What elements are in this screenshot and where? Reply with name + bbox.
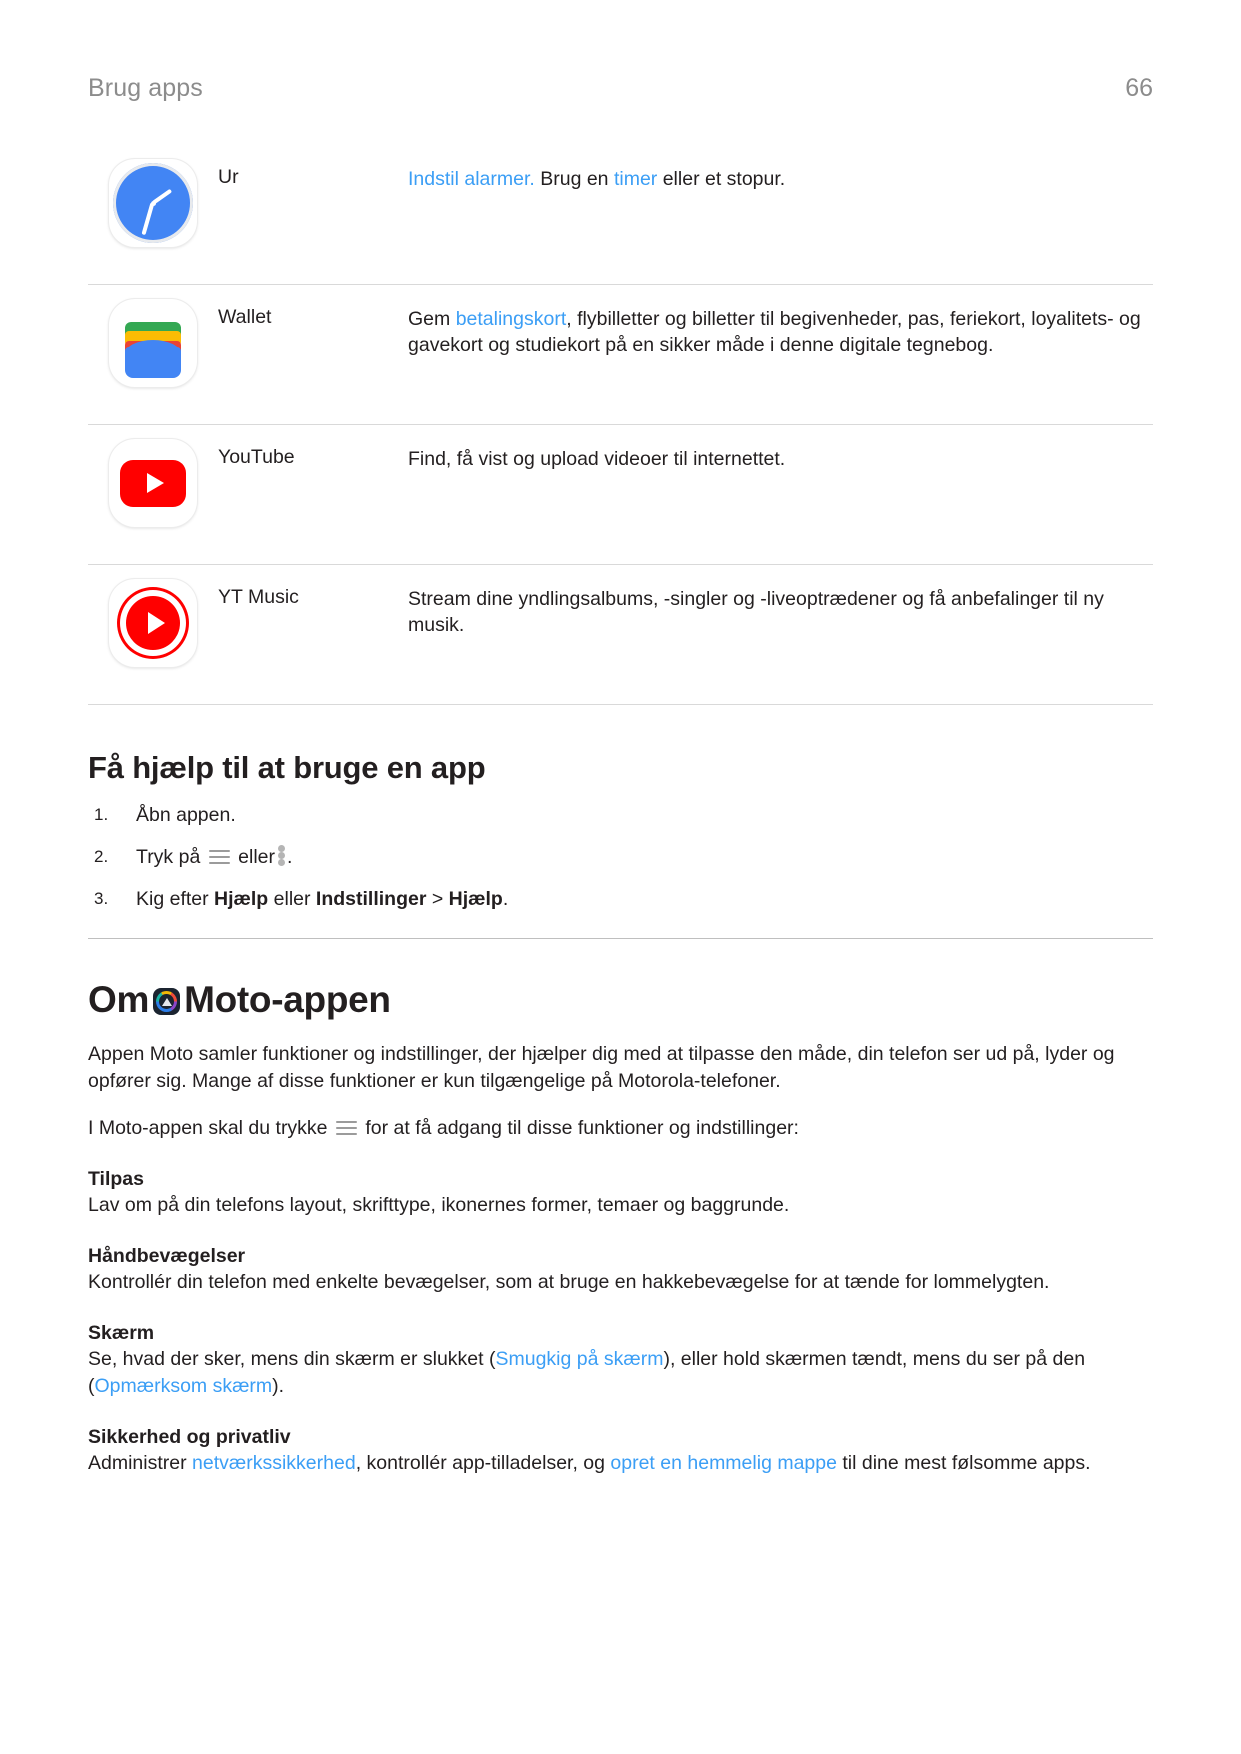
step-text: Kig efter <box>136 888 215 910</box>
help-steps-list: Åbn appen. Tryk på eller. Kig efter Hjæl… <box>88 802 1153 912</box>
desc-text: Find, få vist og upload videoer til inte… <box>408 448 786 470</box>
hamburger-menu-icon <box>208 849 230 864</box>
page-number: 66 <box>1125 74 1153 102</box>
app-description: Gem betalingskort, flybilletter og bille… <box>408 285 1153 358</box>
step-text: Åbn appen. <box>136 804 236 826</box>
feature-title: Skærm <box>88 1322 155 1344</box>
step-text: eller <box>268 888 316 910</box>
feature-body: Lav om på din telefons layout, skrifttyp… <box>88 1192 1153 1219</box>
feature-text: , kontrollér app-tilladelser, og <box>355 1452 611 1474</box>
feature-tilpas: Tilpas Lav om på din telefons layout, sk… <box>88 1166 1153 1219</box>
app-name: YT Music <box>218 586 299 608</box>
section-heading-get-help: Få hjælp til at bruge en app <box>88 750 486 785</box>
step-text-bold: Hjælp <box>448 888 503 910</box>
youtube-app-icon <box>109 439 197 527</box>
feature-skaerm: Skærm Se, hvad der sker, mens din skærm … <box>88 1320 1153 1400</box>
step-text-bold: Indstillinger <box>315 888 427 910</box>
clock-app-icon <box>109 159 197 247</box>
feature-body: Administrer netværkssikkerhed, kontrollé… <box>88 1450 1153 1477</box>
list-item: Åbn appen. <box>88 802 1153 828</box>
access-text-before: I Moto-appen skal du trykke <box>88 1117 333 1139</box>
link-betalingskort[interactable]: betalingskort <box>456 308 567 330</box>
app-icon-cell <box>88 285 218 387</box>
wallet-app-icon <box>109 299 197 387</box>
moto-logo-icon <box>153 988 181 1015</box>
app-description: Stream dine yndlingsalbums, -singler og … <box>408 565 1153 638</box>
feature-text: Administrer <box>88 1452 193 1474</box>
app-name: Ur <box>218 166 239 188</box>
app-icon-cell <box>88 145 218 247</box>
app-description: Find, få vist og upload videoer til inte… <box>408 425 1153 472</box>
app-icon-cell <box>88 565 218 667</box>
moto-access-paragraph: I Moto-appen skal du trykke for at få ad… <box>88 1115 1153 1142</box>
app-name: Wallet <box>218 306 272 328</box>
desc-text: eller et stopur. <box>657 168 786 190</box>
step-text-bold: Hjælp <box>214 888 269 910</box>
kebab-menu-icon <box>278 845 285 866</box>
yt-music-app-icon <box>109 579 197 667</box>
page-running-header: Brug apps 66 <box>88 0 1153 103</box>
feature-text: Lav om på din telefons layout, skrifttyp… <box>88 1194 790 1216</box>
link-netvaerkssikkerhed[interactable]: netværkssikkerhed <box>192 1452 356 1474</box>
step-text: Tryk på <box>136 846 206 868</box>
step-text: . <box>287 846 293 868</box>
feature-body: Kontrollér din telefon med enkelte bevæg… <box>88 1269 1153 1296</box>
link-timer[interactable]: timer <box>614 168 657 190</box>
link-opmaerksom-skaerm[interactable]: Opmærksom skærm <box>95 1375 273 1397</box>
title-text-after: Moto-appen <box>184 979 391 1020</box>
feature-title: Håndbevægelser <box>88 1245 246 1267</box>
table-row: YouTube Find, få vist og upload videoer … <box>88 425 1153 565</box>
feature-title: Tilpas <box>88 1168 144 1190</box>
app-list-table: Ur Indstil alarmer. Brug en timer eller … <box>88 145 1153 705</box>
desc-text: Stream dine yndlingsalbums, -singler og … <box>408 588 1104 636</box>
feature-text: til dine mest følsomme apps. <box>836 1452 1091 1474</box>
table-row: Ur Indstil alarmer. Brug en timer eller … <box>88 145 1153 285</box>
app-icon-cell <box>88 425 218 527</box>
link-smugkig-paa-skaerm[interactable]: Smugkig på skærm <box>495 1348 663 1370</box>
feature-haandbevaegelser: Håndbevægelser Kontrollér din telefon me… <box>88 1243 1153 1296</box>
page-title-moto-app: Om Moto-appen <box>88 979 1153 1021</box>
section-divider <box>88 938 1153 939</box>
feature-text: ). <box>272 1375 285 1397</box>
access-text-after: for at få adgang til disse funktioner og… <box>359 1117 799 1139</box>
feature-body: Se, hvad der sker, mens din skærm er slu… <box>88 1346 1153 1400</box>
app-description: Indstil alarmer. Brug en timer eller et … <box>408 145 1153 192</box>
step-text: . <box>502 888 509 910</box>
desc-text: Gem <box>408 308 456 330</box>
chapter-title: Brug apps <box>88 74 203 102</box>
title-text-before: Om <box>88 979 150 1020</box>
step-text: eller <box>232 846 275 868</box>
link-indstil-alarmer[interactable]: Indstil alarmer. <box>408 168 535 190</box>
list-item: Tryk på eller. <box>88 844 1153 870</box>
feature-sikkerhed-og-privatliv: Sikkerhed og privatliv Administrer netvæ… <box>88 1424 1153 1477</box>
table-row: Wallet Gem betalingskort, flybilletter o… <box>88 285 1153 425</box>
app-name: YouTube <box>218 446 295 468</box>
document-page: Brug apps 66 Ur Indstil alarmer. Brug en… <box>0 0 1241 1754</box>
feature-text: Kontrollér din telefon med enkelte bevæg… <box>88 1271 1050 1293</box>
hamburger-menu-icon <box>335 1120 357 1135</box>
table-row: YT Music Stream dine yndlingsalbums, -si… <box>88 565 1153 705</box>
feature-text: Se, hvad der sker, mens din skærm er slu… <box>88 1348 496 1370</box>
feature-title: Sikkerhed og privatliv <box>88 1426 291 1448</box>
moto-intro-paragraph: Appen Moto samler funktioner og indstill… <box>88 1043 1115 1092</box>
step-text: > <box>426 888 449 910</box>
desc-text: Brug en <box>534 168 614 190</box>
link-opret-hemmelig-mappe[interactable]: opret en hemmelig mappe <box>610 1452 837 1474</box>
list-item: Kig efter Hjælp eller Indstillinger > Hj… <box>88 886 1153 912</box>
